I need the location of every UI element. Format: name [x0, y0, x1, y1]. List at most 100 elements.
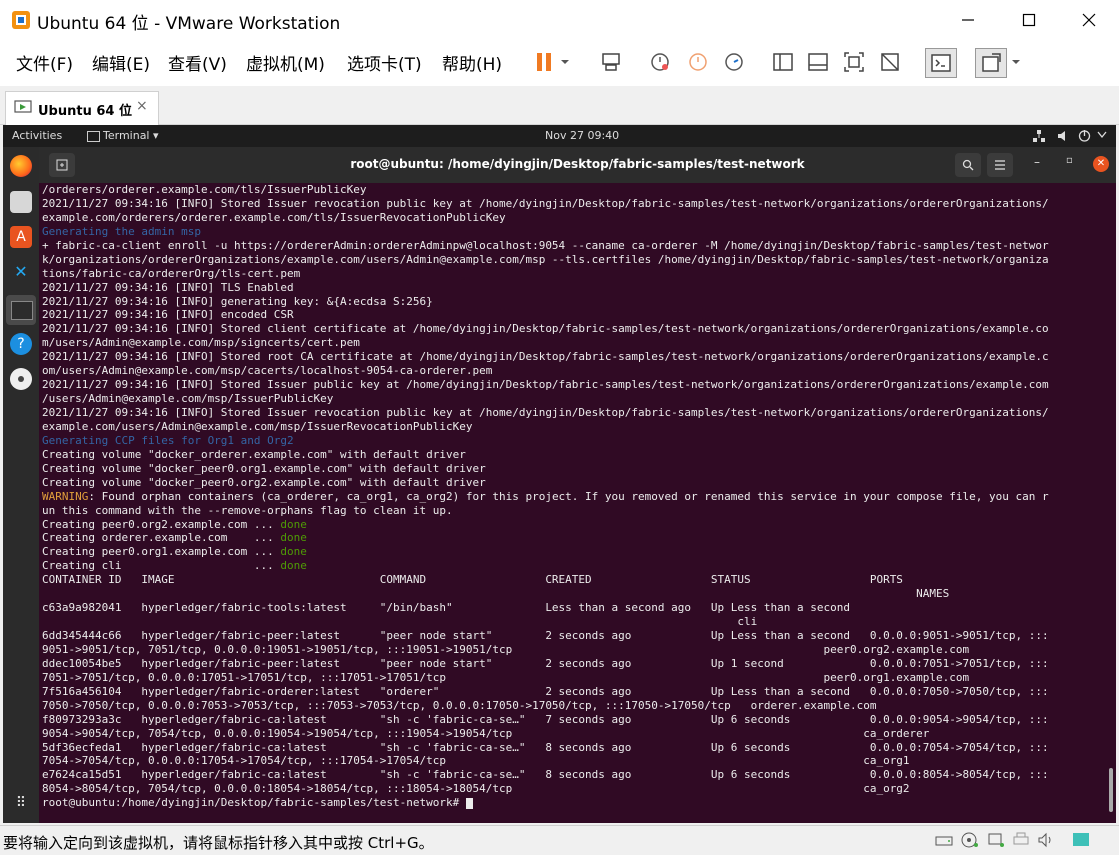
terminal-text: e7624ca15d51 hyperledger/fabric-ca:lates… [42, 768, 1049, 782]
terminal-text: 2021/11/27 09:34:16 [INFO] Stored Issuer… [42, 406, 1049, 419]
terminal-text: 2021/11/27 09:34:16 [INFO] Stored Issuer… [42, 196, 1049, 210]
system-menu-chevron-icon[interactable] [1097, 131, 1107, 139]
terminal-line: 7050->7050/tcp, 0.0.0.0:7053->7053/tcp, … [42, 699, 1104, 713]
snapshot-icon [651, 53, 669, 71]
message-log-icon[interactable] [1071, 831, 1091, 849]
terminal-text: 7050->7050/tcp, 0.0.0.0:7053->7053/tcp, … [42, 698, 877, 712]
terminal-line: 2021/11/27 09:34:16 [INFO] encoded CSR [42, 308, 1104, 322]
terminal-text: 2021/11/27 09:34:16 [INFO] generating ke… [42, 294, 433, 308]
minimize-button[interactable] [939, 0, 997, 40]
firefox-icon[interactable] [10, 155, 32, 177]
terminal-text: ddec10054be5 hyperledger/fabric-peer:lat… [42, 656, 1049, 670]
terminal-line: Generating CCP files for Org1 and Org2 [42, 434, 1104, 448]
terminal-text: 8054->8054/tcp, 7054/tcp, 0.0.0.0:18054-… [42, 782, 910, 796]
activities-button[interactable]: Activities [12, 129, 62, 142]
terminal-text: 2021/11/27 09:34:16 [INFO] Stored client… [42, 322, 1049, 336]
terminal-line: Creating volume "docker_orderer.example.… [42, 448, 1104, 462]
terminal-scrollbar[interactable] [1109, 768, 1113, 812]
terminal-text: m/users/Admin@example.com/msp/signcerts/… [42, 336, 360, 350]
terminal-line: Creating volume "docker_peer0.org2.examp… [42, 476, 1104, 490]
show-library-button[interactable] [768, 48, 798, 76]
send-ctrl-alt-del-button[interactable] [596, 48, 626, 76]
network-icon[interactable] [1033, 130, 1045, 142]
terminal-text: /orderers/orderer.example.com/tls/Issuer… [42, 183, 367, 196]
status-bar: 要将输入定向到该虚拟机，请将鼠标指针移入其中或按 Ctrl+G。 [0, 825, 1119, 855]
terminal-text: 9054->9054/tcp, 7054/tcp, 0.0.0.0:19054-… [42, 726, 930, 740]
vm-display[interactable]: Activities Terminal ▾ Nov 27 09:40 A ✕ ?… [3, 125, 1116, 823]
hamburger-menu-button[interactable] [987, 153, 1013, 177]
menu-help[interactable]: 帮助(H) [442, 50, 502, 75]
terminal-minimize-icon[interactable]: – [1034, 155, 1040, 169]
terminal-text: Generating CCP files for Org1 and Org2 [42, 433, 294, 447]
terminal-line: root@ubuntu:/home/dyingjin/Desktop/fabri… [42, 796, 1104, 810]
terminal-line: 7054->7054/tcp, 0.0.0.0:17054->17054/tcp… [42, 754, 1104, 768]
terminal-line: 2021/11/27 09:34:16 [INFO] TLS Enabled [42, 281, 1104, 295]
network-adapter-icon[interactable] [986, 831, 1006, 849]
terminal-close-icon[interactable]: ✕ [1093, 156, 1109, 172]
terminal-maximize-icon[interactable]: ▫ [1066, 155, 1073, 166]
terminal-dock-icon[interactable] [6, 295, 36, 325]
snapshot-manager-button[interactable] [719, 48, 749, 76]
terminal-line: 2021/11/27 09:34:16 [INFO] Stored Issuer… [42, 378, 1104, 392]
unity-button[interactable] [875, 48, 905, 76]
close-icon [1082, 13, 1096, 27]
power-icon[interactable] [1078, 129, 1091, 142]
printer-icon[interactable] [1011, 831, 1031, 849]
maximize-button[interactable] [1000, 0, 1058, 40]
terminal-line: /orderers/orderer.example.com/tls/Issuer… [42, 183, 1104, 197]
terminal-line: 2021/11/27 09:34:16 [INFO] Stored Issuer… [42, 406, 1104, 420]
close-button[interactable] [1060, 0, 1118, 40]
menu-file[interactable]: 文件(F) [16, 50, 73, 75]
help-icon[interactable]: ? [10, 333, 32, 355]
terminal-output[interactable]: /orderers/orderer.example.com/tls/Issuer… [42, 183, 1104, 813]
terminal-text: WARNING [42, 489, 89, 503]
revert-snapshot-button[interactable] [683, 48, 713, 76]
cd-dvd-icon[interactable] [960, 831, 980, 849]
software-icon[interactable]: A [10, 226, 32, 248]
stretch-guest-button[interactable] [975, 48, 1007, 78]
maximize-icon [1022, 13, 1036, 27]
terminal-app-menu[interactable]: Terminal ▾ [87, 129, 159, 142]
terminal-text: Creating peer0.org1.example.com ... [42, 545, 281, 559]
terminal-line: 2021/11/27 09:34:16 [INFO] generating ke… [42, 295, 1104, 309]
terminal-text: un this command with the --remove-orphan… [42, 503, 453, 517]
clock[interactable]: Nov 27 09:40 [545, 129, 619, 142]
title-bar: Ubuntu 64 位 - VMware Workstation [0, 0, 1119, 40]
sound-icon[interactable] [1036, 831, 1056, 849]
search-button[interactable] [955, 153, 981, 177]
terminal-line: 9054->9054/tcp, 7054/tcp, 0.0.0.0:19054-… [42, 727, 1104, 741]
hard-disk-icon[interactable] [934, 831, 954, 849]
stretch-dropdown[interactable] [1005, 48, 1027, 76]
thumbnail-bar-button[interactable] [803, 48, 833, 76]
terminal-text: 5df36ecfeda1 hyperledger/fabric-ca:lates… [42, 740, 1049, 754]
full-screen-button[interactable] [839, 48, 869, 76]
terminal-text: Creating volume "docker_orderer.example.… [42, 447, 466, 461]
snapshot-manager-icon [725, 53, 743, 71]
terminal-text: done [280, 559, 307, 573]
terminal-text: Creating volume "docker_peer0.org1.examp… [42, 461, 486, 475]
terminal-line: Creating cli ... done [42, 559, 1104, 573]
menu-edit[interactable]: 编辑(E) [92, 50, 150, 75]
menu-view[interactable]: 查看(V) [168, 50, 227, 75]
terminal-line: k/organizations/ordererOrganizations/exa… [42, 253, 1104, 267]
menu-tabs[interactable]: 选项卡(T) [347, 50, 422, 75]
vscode-icon[interactable]: ✕ [10, 261, 32, 283]
dvd-icon[interactable] [10, 368, 32, 390]
terminal-text: 2021/11/27 09:34:16 [INFO] Stored Issuer… [42, 378, 1049, 392]
snapshot-button[interactable] [645, 48, 675, 76]
menu-vm[interactable]: 虚拟机(M) [246, 50, 325, 75]
terminal-text: 7051->7051/tcp, 0.0.0.0:17051->17051/tcp… [42, 670, 970, 684]
files-icon[interactable] [10, 191, 32, 213]
search-icon [962, 159, 974, 171]
terminal-text: 2021/11/27 09:34:16 [INFO] TLS Enabled [42, 280, 294, 294]
power-dropdown[interactable] [554, 48, 576, 76]
tab-close-button[interactable]: × [136, 98, 148, 114]
terminal-text: Generating the admin msp [42, 224, 201, 238]
console-icon [931, 54, 951, 72]
tab-ubuntu[interactable]: Ubuntu 64 位 × [5, 91, 159, 125]
show-apps-icon[interactable]: ⠿ [10, 792, 32, 814]
console-view-button[interactable] [925, 48, 957, 78]
terminal-text: 7f516a456104 hyperledger/fabric-orderer:… [42, 684, 1049, 698]
chevron-down-icon [561, 60, 569, 64]
volume-icon[interactable] [1058, 130, 1070, 142]
